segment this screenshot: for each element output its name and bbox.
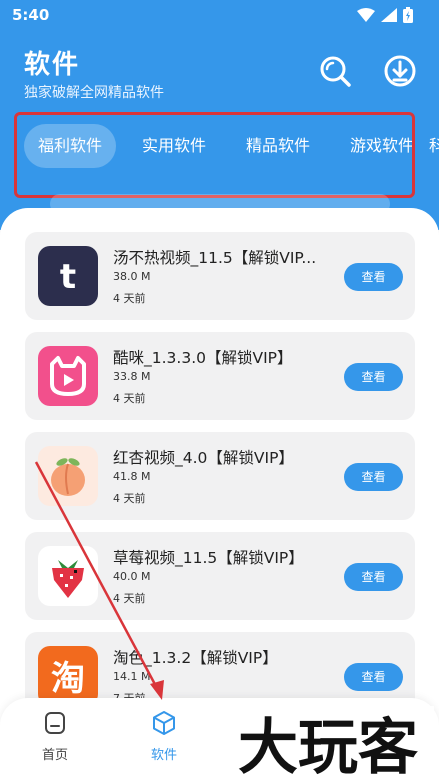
kumi-app-icon bbox=[38, 346, 98, 406]
view-button[interactable]: 查看 bbox=[344, 663, 403, 691]
tab-overflow[interactable]: 科 bbox=[429, 124, 439, 168]
nav-label-software: 软件 bbox=[150, 748, 177, 763]
view-button[interactable]: 查看 bbox=[344, 563, 403, 591]
app-size: 14.1 M bbox=[113, 670, 151, 683]
nav-item-home[interactable]: 首页 bbox=[20, 710, 90, 763]
status-icons bbox=[357, 7, 413, 23]
app-size: 41.8 M bbox=[113, 470, 151, 483]
svg-text:t: t bbox=[60, 257, 76, 297]
app-size: 33.8 M bbox=[113, 370, 151, 383]
list-item[interactable]: 草莓视频_11.5【解锁VIP】 40.0 M 4 天前 查看 bbox=[25, 532, 415, 620]
signal-icon bbox=[381, 8, 397, 22]
app-size: 38.0 M bbox=[113, 270, 151, 283]
tumblr-app-icon: t bbox=[38, 246, 98, 306]
app-date: 4 天前 bbox=[113, 492, 146, 505]
app-list: t 汤不热视频_11.5【解锁VIP... 38.0 M 4 天前 查看 酷咪_… bbox=[25, 232, 415, 732]
app-date: 4 天前 bbox=[113, 292, 146, 305]
list-item[interactable]: t 汤不热视频_11.5【解锁VIP... 38.0 M 4 天前 查看 bbox=[25, 232, 415, 320]
view-button[interactable]: 查看 bbox=[344, 463, 403, 491]
cube-icon bbox=[153, 711, 175, 735]
view-button[interactable]: 查看 bbox=[344, 363, 403, 391]
app-name: 汤不热视频_11.5【解锁VIP... bbox=[113, 249, 317, 267]
list-item[interactable]: 酷咪_1.3.3.0【解锁VIP】 33.8 M 4 天前 查看 bbox=[25, 332, 415, 420]
battery-icon bbox=[403, 7, 413, 23]
app-name: 草莓视频_11.5【解锁VIP】 bbox=[113, 549, 304, 567]
nav-label-home: 首页 bbox=[41, 748, 68, 763]
download-button[interactable] bbox=[383, 54, 417, 88]
nav-item-software[interactable]: 软件 bbox=[129, 710, 199, 763]
status-bar: 5:40 bbox=[0, 0, 439, 32]
page-subtitle: 独家破解全网精品软件 bbox=[24, 85, 164, 101]
download-icon bbox=[384, 55, 416, 87]
search-icon bbox=[320, 56, 351, 87]
page-title: 软件 bbox=[24, 50, 81, 80]
app-name: 红杏视频_4.0【解锁VIP】 bbox=[113, 449, 294, 467]
view-button[interactable]: 查看 bbox=[344, 263, 403, 291]
app-name: 淘色_1.3.2【解锁VIP】 bbox=[113, 649, 278, 667]
app-date: 4 天前 bbox=[113, 592, 146, 605]
peach-app-icon bbox=[38, 446, 98, 506]
home-icon bbox=[45, 712, 65, 734]
list-item[interactable]: 红杏视频_4.0【解锁VIP】 41.8 M 4 天前 查看 bbox=[25, 432, 415, 520]
taose-app-icon: 淘 bbox=[38, 646, 98, 706]
svg-text:淘: 淘 bbox=[51, 659, 85, 699]
svg-text:大玩客: 大玩客 bbox=[238, 713, 418, 780]
annotation-highlight-box bbox=[14, 112, 415, 198]
app-name: 酷咪_1.3.3.0【解锁VIP】 bbox=[113, 349, 293, 367]
search-button[interactable] bbox=[318, 54, 352, 88]
status-time: 5:40 bbox=[12, 6, 50, 24]
app-date: 4 天前 bbox=[113, 392, 146, 405]
watermark-logo: 大玩客 bbox=[224, 706, 434, 780]
strawberry-app-icon bbox=[38, 546, 98, 606]
app-size: 40.0 M bbox=[113, 570, 151, 583]
wifi-icon bbox=[357, 8, 375, 22]
